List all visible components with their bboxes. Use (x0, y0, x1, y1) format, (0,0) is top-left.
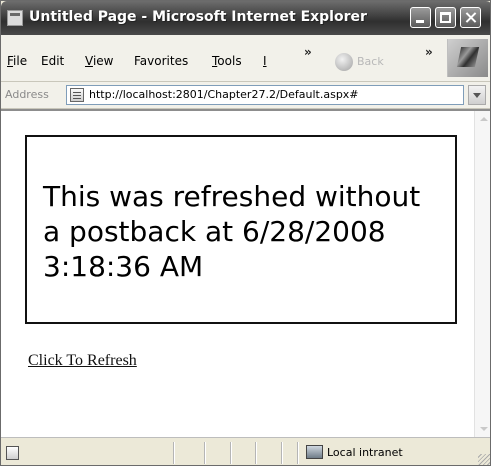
title-bar[interactable]: Untitled Page - Microsoft Internet Explo… (1, 1, 490, 35)
status-divider (281, 442, 282, 464)
address-label: Address (5, 88, 49, 101)
window-app-icon[interactable] (7, 10, 23, 26)
menu-tools[interactable]: Tools (212, 54, 242, 68)
security-zone-label: Local intranet (327, 446, 403, 459)
back-label: Back (357, 55, 384, 68)
scroll-up-icon[interactable] (475, 111, 490, 128)
status-divider (204, 442, 205, 464)
maximize-button[interactable] (435, 7, 456, 28)
menu-bar: File Edit View Favorites Tools I » Back … (1, 35, 490, 82)
status-divider (230, 442, 231, 464)
window-title: Untitled Page - Microsoft Internet Explo… (29, 9, 367, 25)
resize-grip-icon[interactable] (478, 454, 490, 465)
page-icon (70, 88, 84, 102)
windows-logo-icon (447, 39, 488, 77)
status-divider (255, 442, 256, 464)
menu-overflow-chevron-icon[interactable]: » (304, 45, 312, 59)
menu-file[interactable]: File (7, 54, 27, 68)
status-divider (297, 442, 298, 464)
close-button[interactable] (460, 7, 481, 28)
scroll-down-icon[interactable] (475, 420, 490, 437)
refresh-message: This was refreshed without a postback at… (43, 180, 421, 283)
minimize-button[interactable] (410, 7, 431, 28)
address-input[interactable]: http://localhost:2801/Chapter27.2/Defaul… (66, 85, 464, 105)
vertical-scrollbar[interactable] (474, 111, 490, 437)
menu-favorites[interactable]: Favorites (134, 54, 188, 68)
toolbar-overflow-chevron-icon[interactable]: » (425, 45, 433, 59)
address-bar: Address http://localhost:2801/Chapter27.… (1, 82, 490, 109)
address-url[interactable]: http://localhost:2801/Chapter27.2/Defaul… (89, 88, 359, 101)
status-divider (173, 442, 174, 464)
menu-help-truncated[interactable]: I (263, 54, 267, 68)
menu-edit[interactable]: Edit (41, 54, 64, 68)
refresh-panel: This was refreshed without a postback at… (25, 135, 457, 324)
browser-window: Untitled Page - Microsoft Internet Explo… (0, 0, 491, 466)
page-content: This was refreshed without a postback at… (1, 109, 490, 437)
local-intranet-icon (306, 445, 323, 459)
address-dropdown-icon[interactable] (468, 85, 486, 105)
back-arrow-icon (335, 53, 353, 71)
status-page-icon (6, 446, 19, 460)
menu-view[interactable]: View (85, 54, 113, 68)
status-bar: Local intranet (1, 437, 490, 465)
click-to-refresh-link[interactable]: Click To Refresh (28, 352, 137, 370)
back-button[interactable]: Back (335, 53, 395, 71)
